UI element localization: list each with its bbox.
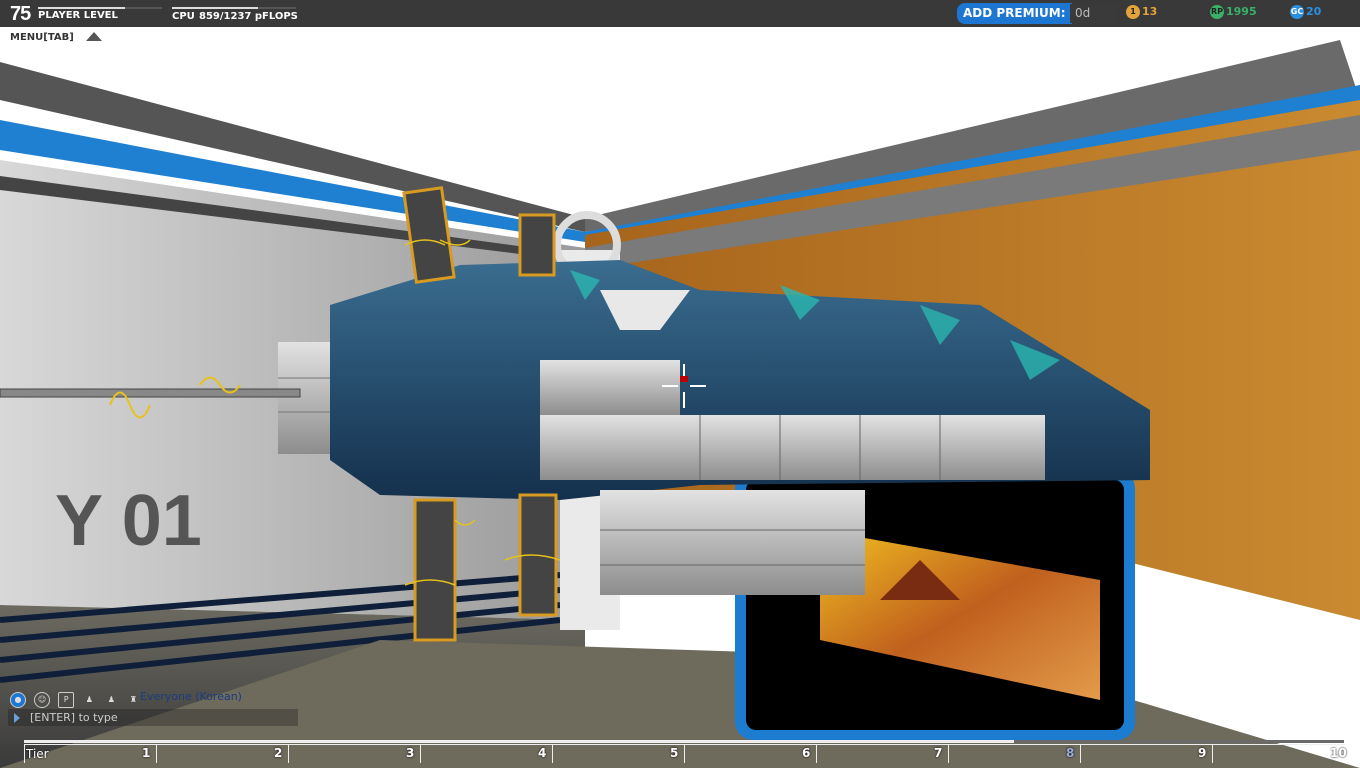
menu-tab-button[interactable]: MENU[TAB] xyxy=(10,32,102,43)
tier-stat-value: 13 xyxy=(1142,5,1158,18)
tier-number-4: 4 xyxy=(538,746,547,760)
tier-segment-6 xyxy=(684,744,817,763)
chat-input-placeholder: [ENTER] to type xyxy=(30,711,118,724)
play-arrow-icon xyxy=(14,713,20,723)
friends-icon[interactable]: ♟ xyxy=(82,693,96,707)
chat-input[interactable]: [ENTER] to type xyxy=(8,709,298,726)
rp-icon: RP xyxy=(1210,5,1224,19)
cpu-bar xyxy=(172,7,296,9)
gc-stat-value: 20 xyxy=(1306,5,1322,18)
tier-segment-4 xyxy=(420,744,553,763)
rp-stat-value: 1995 xyxy=(1226,5,1257,18)
tier-segment-10 xyxy=(1212,744,1345,763)
tier-bar: Tier 1 2 3 4 5 6 7 8 9 10 xyxy=(24,740,1347,768)
tier-segment-2 xyxy=(156,744,289,763)
tier-number-6: 6 xyxy=(802,746,811,760)
globe-icon[interactable]: ● xyxy=(10,691,26,708)
chat-channel-label[interactable]: Everyone (Korean) xyxy=(140,690,242,703)
crosshair-icon xyxy=(662,364,706,408)
party-icon[interactable]: P xyxy=(58,691,75,708)
tier-number-8: 8 xyxy=(1066,746,1075,760)
tier-segment-5 xyxy=(552,744,685,763)
tier-number-5: 5 xyxy=(670,746,679,760)
chat-channel-icons: ● ☺ P ♟ ♟ ♜ xyxy=(10,689,143,708)
cpu-value: 859/1237 pFLOPS xyxy=(199,11,298,22)
player-level-label: PLAYER LEVEL xyxy=(38,10,118,21)
wall-label: Y 01 xyxy=(55,481,202,561)
add-premium-button[interactable]: ADD PREMIUM: xyxy=(957,3,1072,24)
tier-number-2: 2 xyxy=(274,746,283,760)
friends-2-icon[interactable]: ♟ xyxy=(104,693,118,707)
tier-bar-filled xyxy=(24,740,1014,743)
tier-segment-7 xyxy=(816,744,949,763)
tier-segment-8 xyxy=(948,744,1081,763)
tier-segment-9 xyxy=(1080,744,1213,763)
menu-tab-label: MENU[TAB] xyxy=(10,32,74,43)
star-icon: 1 xyxy=(1126,5,1140,19)
tier-number-3: 3 xyxy=(406,746,415,760)
top-hud: 75 PLAYER LEVEL CPU 859/1237 pFLOPS ADD … xyxy=(0,0,1360,27)
rp-stat: RP 1995 xyxy=(1210,5,1257,19)
tier-stat: 1 13 xyxy=(1126,5,1157,19)
tier-bar-empty xyxy=(1014,740,1344,743)
gc-stat: GC 20 xyxy=(1290,5,1321,19)
tier-number-1: 1 xyxy=(142,746,151,760)
gc-icon: GC xyxy=(1290,5,1304,19)
person-icon[interactable]: ☺ xyxy=(34,691,51,708)
tier-segment-1 xyxy=(24,744,157,763)
premium-days-value: 0d xyxy=(1070,4,1118,23)
tier-number-7: 7 xyxy=(934,746,943,760)
triangle-up-icon xyxy=(85,32,102,41)
tier-number-9: 9 xyxy=(1198,746,1207,760)
tier-segment-3 xyxy=(288,744,421,763)
player-level-number: 75 xyxy=(10,3,31,25)
tier-number-10: 10 xyxy=(1330,746,1347,760)
clan-icon[interactable]: ♜ xyxy=(126,693,140,707)
player-level-bar xyxy=(38,7,162,9)
cpu-label: CPU xyxy=(172,11,195,22)
